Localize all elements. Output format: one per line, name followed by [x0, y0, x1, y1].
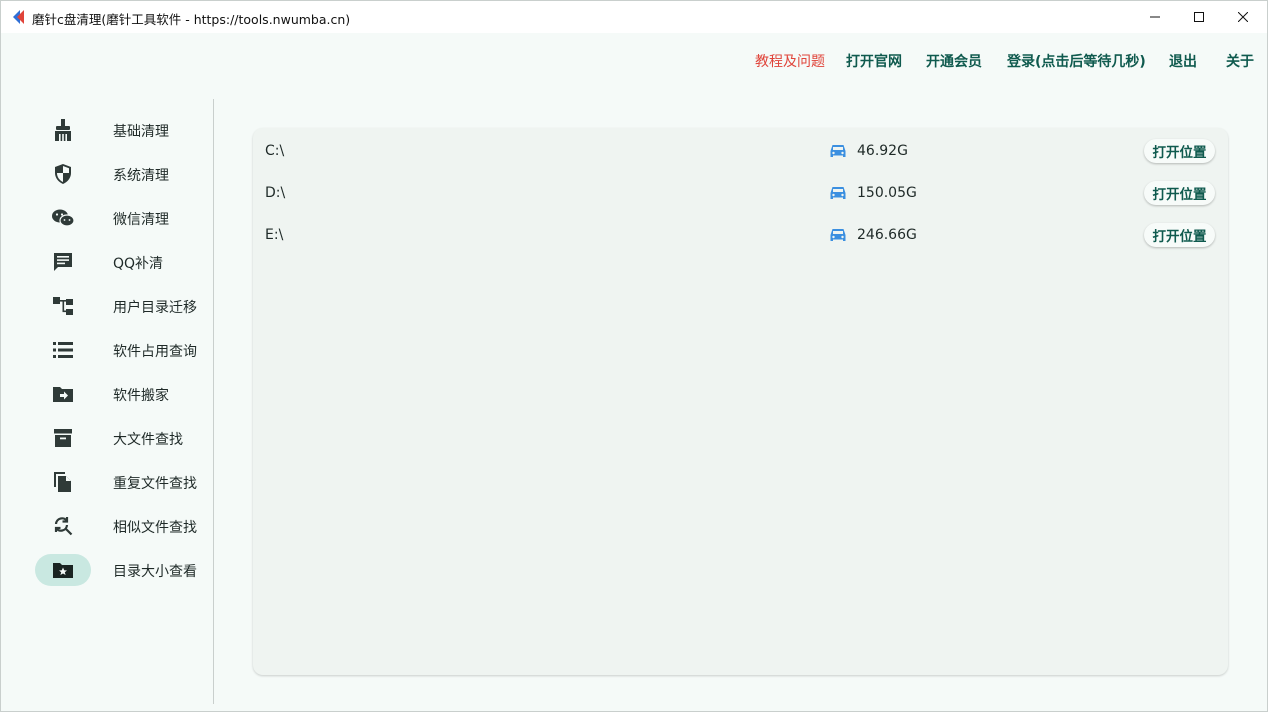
- sidebar-item-label: 系统清理: [113, 168, 169, 184]
- drive-icon: [830, 145, 846, 157]
- sidebar-item-similar-search[interactable]: 相似文件查找: [35, 510, 210, 542]
- sidebar-item-user-dir-migrate[interactable]: 用户目录迁移: [35, 290, 210, 322]
- close-button[interactable]: [1220, 1, 1266, 33]
- nav-icon-wrap: [35, 202, 91, 234]
- nav-icon-wrap: [35, 510, 91, 542]
- sidebar-item-dir-size[interactable]: 目录大小查看: [35, 554, 210, 586]
- list-icon: [53, 342, 73, 358]
- sidebar-item-label: 用户目录迁移: [113, 300, 197, 316]
- sidebar-item-label: 基础清理: [113, 124, 169, 140]
- top-menu: 教程及问题 打开官网 开通会员 登录(点击后等待几秒) 退出 关于: [1, 51, 1267, 73]
- sidebar-item-wechat-clean[interactable]: 微信清理: [35, 202, 210, 234]
- maximize-icon: [1194, 12, 1204, 22]
- nav-icon-wrap: [35, 422, 91, 454]
- sidebar-item-label: 目录大小查看: [113, 564, 197, 580]
- login-link[interactable]: 登录(点击后等待几秒): [1007, 51, 1146, 71]
- maximize-button[interactable]: [1176, 1, 1222, 33]
- drive-size: 46.92G: [857, 143, 908, 159]
- sidebar-item-qq-clean[interactable]: QQ补清: [35, 246, 210, 278]
- window-title: 磨针c盘清理(磨针工具软件 - https://tools.nwumba.cn): [32, 12, 351, 27]
- broom-icon: [55, 119, 71, 141]
- sidebar-item-label: 相似文件查找: [113, 520, 197, 536]
- sidebar-item-label: 软件搬家: [113, 388, 169, 404]
- archive-icon: [54, 429, 72, 447]
- copy-icon: [54, 472, 71, 492]
- sidebar-item-label: 大文件查找: [113, 432, 183, 448]
- chat-icon: [54, 253, 72, 271]
- drive-row: C:\ 46.92G 打开位置: [253, 139, 1228, 165]
- sidebar-item-label: 微信清理: [113, 212, 169, 228]
- about-link[interactable]: 关于: [1226, 51, 1254, 71]
- sidebar-item-label: QQ补清: [113, 256, 164, 272]
- search-refresh-icon: [54, 517, 73, 536]
- sidebar: 基础清理 系统清理 微信清理 QQ补清 用户目录迁移 软件占用查询 软件搬家 大…: [1, 107, 213, 707]
- nav-icon-wrap: [35, 554, 91, 586]
- nav-icon-wrap: [35, 466, 91, 498]
- minimize-button[interactable]: [1132, 1, 1178, 33]
- sidebar-item-label: 重复文件查找: [113, 476, 197, 492]
- sidebar-divider: [213, 99, 214, 704]
- app-logo-icon: [13, 10, 24, 24]
- folder-star-icon: [53, 563, 73, 578]
- nav-icon-wrap: [35, 158, 91, 190]
- drive-row: E:\ 246.66G 打开位置: [253, 223, 1228, 249]
- sidebar-item-label: 软件占用查询: [113, 344, 197, 360]
- nav-icon-wrap: [35, 114, 91, 146]
- folder-move-icon: [53, 387, 73, 402]
- nav-icon-wrap: [35, 378, 91, 410]
- open-location-button[interactable]: 打开位置: [1144, 223, 1215, 247]
- drive-icon: [830, 187, 846, 199]
- sidebar-item-basic-clean[interactable]: 基础清理: [35, 114, 210, 146]
- drive-row: D:\ 150.05G 打开位置: [253, 181, 1228, 207]
- open-location-button[interactable]: 打开位置: [1144, 139, 1215, 163]
- sidebar-item-software-usage[interactable]: 软件占用查询: [35, 334, 210, 366]
- drive-size: 246.66G: [857, 227, 917, 243]
- help-link[interactable]: 教程及问题: [755, 51, 825, 71]
- drive-name: E:\: [265, 227, 284, 243]
- wechat-icon: [52, 209, 75, 227]
- app-window: 磨针c盘清理(磨针工具软件 - https://tools.nwumba.cn)…: [0, 0, 1268, 712]
- title-bar[interactable]: 磨针c盘清理(磨针工具软件 - https://tools.nwumba.cn): [1, 1, 1267, 33]
- sidebar-item-duplicate-search[interactable]: 重复文件查找: [35, 466, 210, 498]
- logout-link[interactable]: 退出: [1169, 51, 1197, 71]
- sidebar-item-large-file-search[interactable]: 大文件查找: [35, 422, 210, 454]
- open-location-button[interactable]: 打开位置: [1144, 181, 1215, 205]
- shield-icon: [55, 164, 71, 184]
- sidebar-item-software-move[interactable]: 软件搬家: [35, 378, 210, 410]
- tree-icon: [53, 297, 73, 315]
- nav-icon-wrap: [35, 246, 91, 278]
- nav-icon-wrap: [35, 334, 91, 366]
- sidebar-item-system-clean[interactable]: 系统清理: [35, 158, 210, 190]
- drive-size: 150.05G: [857, 185, 917, 201]
- open-website-link[interactable]: 打开官网: [846, 51, 902, 71]
- drive-name: C:\: [265, 143, 285, 159]
- drive-list-panel: C:\ 46.92G 打开位置 D:\ 150.05G 打开位置 E:\ 246…: [253, 128, 1228, 675]
- member-link[interactable]: 开通会员: [926, 51, 982, 71]
- minimize-icon: [1150, 16, 1160, 18]
- drive-name: D:\: [265, 185, 286, 201]
- close-icon: [1238, 12, 1248, 22]
- nav-icon-wrap: [35, 290, 91, 322]
- drive-icon: [830, 229, 846, 241]
